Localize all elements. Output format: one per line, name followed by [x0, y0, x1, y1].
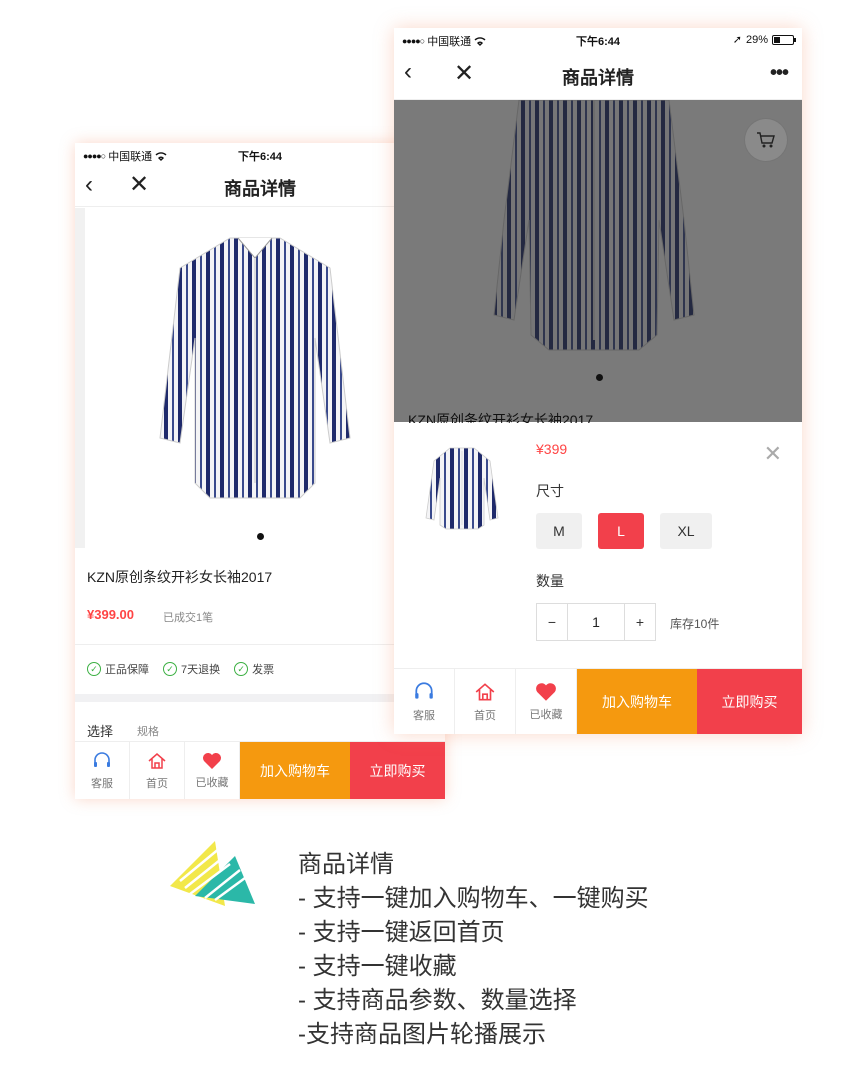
decorative-triangle-logo [170, 841, 255, 906]
nav-bar: ‹ ✕ 商品详情 [75, 165, 445, 207]
favorite-button[interactable]: 已收藏 [516, 669, 577, 734]
status-time: 下午6:44 [237, 151, 283, 163]
battery-label: 29% [745, 33, 768, 46]
favorite-button[interactable]: 已收藏 [185, 742, 240, 799]
guarantee-list: ✓ 正品保障 ✓ 7天退换 ✓ 发票 [87, 661, 274, 677]
bottom-action-bar: 客服 首页 已收藏 加入购物车 立即购买 [75, 741, 445, 799]
description-line: - 支持一键收藏 [298, 953, 457, 980]
carrier-label: 中国联通 [427, 36, 472, 48]
wifi-icon [474, 36, 486, 46]
feature-description: 商品详情 - 支持一键加入购物车、一键购买 - 支持一键返回首页 - 支持一键收… [298, 848, 649, 1052]
section-divider [75, 694, 445, 702]
carousel-indicator[interactable] [257, 533, 264, 540]
stock-label: 库存10件 [670, 617, 720, 631]
page-title: 商品详情 [224, 179, 296, 199]
buy-now-button[interactable]: 立即购买 [350, 742, 445, 799]
close-icon[interactable]: ✕ [764, 443, 782, 465]
check-circle-icon: ✓ [87, 662, 101, 676]
check-circle-icon: ✓ [234, 662, 249, 676]
guarantee-item: ✓ 正品保障 [87, 661, 149, 677]
heart-icon [203, 752, 221, 769]
description-title: 商品详情 [298, 851, 394, 878]
divider [75, 644, 445, 645]
check-circle-icon: ✓ [163, 662, 177, 676]
location-icon: ➚ [732, 34, 742, 46]
home-button[interactable]: 首页 [130, 742, 185, 799]
product-image-carousel[interactable] [75, 208, 445, 548]
add-to-cart-button[interactable]: 加入购物车 [240, 742, 350, 799]
service-button[interactable]: 客服 [75, 742, 130, 799]
heart-icon [536, 682, 556, 701]
home-button[interactable]: 首页 [455, 669, 516, 734]
headset-icon [415, 681, 433, 699]
signal-dots-icon: ●●●●○ [83, 151, 106, 161]
product-shirt-image [159, 237, 351, 499]
buy-now-button[interactable]: 立即购买 [697, 669, 802, 734]
description-line: - 支持一键加入购物车、一键购买 [298, 885, 649, 912]
left-phone-screen: ●●●●○ 中国联通 下午6:44 ➚ 2 ‹ ✕ 商品详情 [75, 143, 445, 799]
size-options: M L XL [536, 513, 712, 549]
status-time: 下午6:44 [575, 36, 621, 48]
signal-dots-icon: ●●●●○ [402, 36, 425, 46]
quantity-stepper: − 1 + [536, 603, 656, 641]
sold-count: 已成交1笔 [163, 612, 214, 624]
quantity-label: 数量 [536, 573, 564, 589]
wifi-icon [155, 151, 167, 161]
product-name: KZN原创条纹开衫女长袖2017 [87, 569, 273, 585]
page-title: 商品详情 [562, 68, 634, 88]
select-spec-row[interactable]: 选择 [87, 721, 113, 740]
size-option-l[interactable]: L [598, 513, 644, 549]
nav-bar: ‹ ✕ 商品详情 ••• [394, 50, 802, 100]
size-option-m[interactable]: M [536, 513, 582, 549]
sku-selection-sheet: ¥399 ✕ 尺寸 M L XL 数量 − 1 + 库存10件 客服 首页 已收… [394, 423, 802, 734]
bottom-action-bar: 客服 首页 已收藏 加入购物车 立即购买 [394, 668, 802, 734]
sku-price: ¥399 [536, 441, 568, 457]
description-line: -支持商品图片轮播展示 [298, 1021, 546, 1048]
quantity-value[interactable]: 1 [567, 604, 625, 640]
increment-button[interactable]: + [625, 604, 655, 640]
more-icon[interactable]: ••• [770, 62, 789, 85]
carousel-indicator[interactable] [596, 374, 603, 381]
home-icon [475, 682, 495, 701]
carrier-label: 中国联通 [108, 151, 153, 163]
home-icon [148, 752, 166, 769]
service-button[interactable]: 客服 [394, 669, 455, 734]
guarantee-item: ✓ 发票 [234, 661, 274, 677]
description-line: - 支持商品参数、数量选择 [298, 987, 577, 1014]
status-bar: ●●●●○ 中国联通 下午6:44 ➚ 2 [75, 143, 445, 165]
add-to-cart-button[interactable]: 加入购物车 [577, 669, 697, 734]
decrement-button[interactable]: − [537, 604, 567, 640]
cart-icon [757, 132, 775, 148]
floating-cart-button[interactable] [744, 118, 788, 162]
headset-icon [94, 751, 110, 767]
description-line: - 支持一键返回首页 [298, 919, 505, 946]
battery-icon [772, 34, 796, 45]
right-phone-screen: ●●●●○ 中国联通 下午6:44 ➚ 29% ‹ ✕ 商品详情 ••• KZN… [394, 28, 802, 734]
sku-thumbnail [425, 447, 499, 530]
status-bar: ●●●●○ 中国联通 下午6:44 ➚ 29% [394, 28, 802, 50]
size-option-xl[interactable]: XL [660, 513, 712, 549]
size-label: 尺寸 [536, 483, 564, 499]
spec-label: 规格 [137, 726, 159, 738]
guarantee-item: ✓ 7天退换 [163, 661, 220, 677]
product-price: ¥399.00 [87, 607, 134, 622]
